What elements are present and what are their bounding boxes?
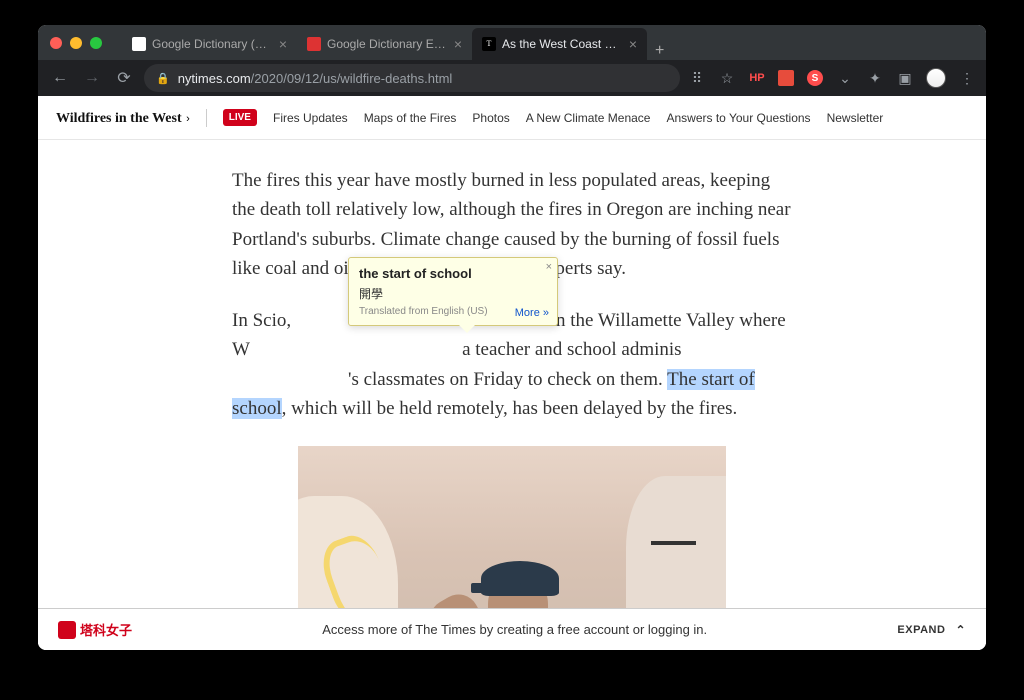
toolbar-right: ⠿ ☆ HP S ⌄ ✦ ▣ ⋮ xyxy=(688,68,976,88)
favicon-icon xyxy=(132,37,146,51)
toolbar: ← → ⟳ 🔒 nytimes.com/2020/09/12/us/wildfi… xyxy=(38,60,986,96)
tab-nytimes-active[interactable]: T As the West Coast Burns, Com × xyxy=(472,28,647,60)
footer-bar: 塔科女子 Access more of The Times by creatin… xyxy=(38,608,986,650)
extension-hp-icon[interactable]: HP xyxy=(748,69,766,87)
tab-title: As the West Coast Burns, Com xyxy=(502,37,623,51)
favicon-icon: T xyxy=(482,37,496,51)
browser-window: Google Dictionary (by Google) × Google D… xyxy=(38,25,986,650)
window-minimize[interactable] xyxy=(70,37,82,49)
star-icon[interactable]: ☆ xyxy=(718,69,736,87)
nav-answers[interactable]: Answers to Your Questions xyxy=(666,111,810,125)
tab-google-dictionary-ext[interactable]: Google Dictionary Extension O × xyxy=(297,28,472,60)
tab-title: Google Dictionary Extension O xyxy=(327,37,448,51)
live-badge: LIVE xyxy=(223,109,257,126)
pocket-icon[interactable]: ⌄ xyxy=(836,69,854,87)
reload-button[interactable]: ⟳ xyxy=(112,68,136,88)
extension-red-icon[interactable] xyxy=(778,70,794,86)
forward-button[interactable]: → xyxy=(80,69,104,87)
tooltip-title: the start of school xyxy=(359,266,547,281)
cast-icon[interactable]: ▣ xyxy=(896,69,914,87)
logo-icon xyxy=(58,621,76,639)
back-button[interactable]: ← xyxy=(48,69,72,87)
tooltip-translation: 開學 xyxy=(359,285,547,302)
window-zoom[interactable] xyxy=(90,37,102,49)
footer-message: Access more of The Times by creating a f… xyxy=(132,622,897,637)
nav-climate-menace[interactable]: A New Climate Menace xyxy=(526,111,651,125)
nav-fires-updates[interactable]: Fires Updates xyxy=(273,111,348,125)
tooltip-arrow-icon xyxy=(459,325,475,333)
window-close[interactable] xyxy=(50,37,62,49)
footer-logo[interactable]: 塔科女子 xyxy=(58,620,132,639)
url-domain: nytimes.com xyxy=(178,71,251,86)
article-body: The fires this year have mostly burned i… xyxy=(38,140,986,650)
title-bar: Google Dictionary (by Google) × Google D… xyxy=(38,25,986,60)
new-tab-button[interactable]: + xyxy=(647,42,672,60)
nyt-subnav: Wildfires in the West › LIVE Fires Updat… xyxy=(38,96,986,140)
tab-google-dictionary[interactable]: Google Dictionary (by Google) × xyxy=(122,28,297,60)
chevron-up-icon: ⌃ xyxy=(955,623,966,637)
footer-logo-text: 塔科女子 xyxy=(80,620,132,639)
extension-s-icon[interactable]: S xyxy=(807,70,823,86)
tooltip-close-icon[interactable]: × xyxy=(546,261,552,273)
tooltip-more-link[interactable]: More » xyxy=(515,307,549,319)
extensions-icon[interactable]: ✦ xyxy=(866,69,884,87)
favicon-icon xyxy=(307,37,321,51)
tab-close-icon[interactable]: × xyxy=(629,37,637,51)
url-path: /2020/09/12/us/wildfire-deaths.html xyxy=(251,71,453,86)
chevron-right-icon: › xyxy=(186,113,190,125)
tab-close-icon[interactable]: × xyxy=(454,37,462,51)
tab-strip: Google Dictionary (by Google) × Google D… xyxy=(122,25,974,60)
footer-expand-button[interactable]: EXPAND ⌃ xyxy=(897,623,966,637)
divider xyxy=(206,109,207,127)
nav-maps[interactable]: Maps of the Fires xyxy=(364,111,457,125)
address-bar[interactable]: 🔒 nytimes.com/2020/09/12/us/wildfire-dea… xyxy=(144,64,680,92)
tab-close-icon[interactable]: × xyxy=(279,37,287,51)
profile-avatar[interactable] xyxy=(926,68,946,88)
traffic-lights xyxy=(50,37,102,49)
tab-title: Google Dictionary (by Google) xyxy=(152,37,273,51)
menu-dots-icon[interactable]: ⋮ xyxy=(958,69,976,87)
nav-newsletter[interactable]: Newsletter xyxy=(827,111,884,125)
nav-photos[interactable]: Photos xyxy=(472,111,509,125)
nyt-subnav-title[interactable]: Wildfires in the West › xyxy=(56,109,190,127)
url-text: nytimes.com/2020/09/12/us/wildfire-death… xyxy=(178,71,453,86)
dictionary-tooltip: × the start of school 開學 Translated from… xyxy=(348,257,558,326)
lock-icon: 🔒 xyxy=(156,72,170,85)
page-content: Wildfires in the West › LIVE Fires Updat… xyxy=(38,96,986,650)
translate-icon[interactable]: ⠿ xyxy=(688,69,706,87)
